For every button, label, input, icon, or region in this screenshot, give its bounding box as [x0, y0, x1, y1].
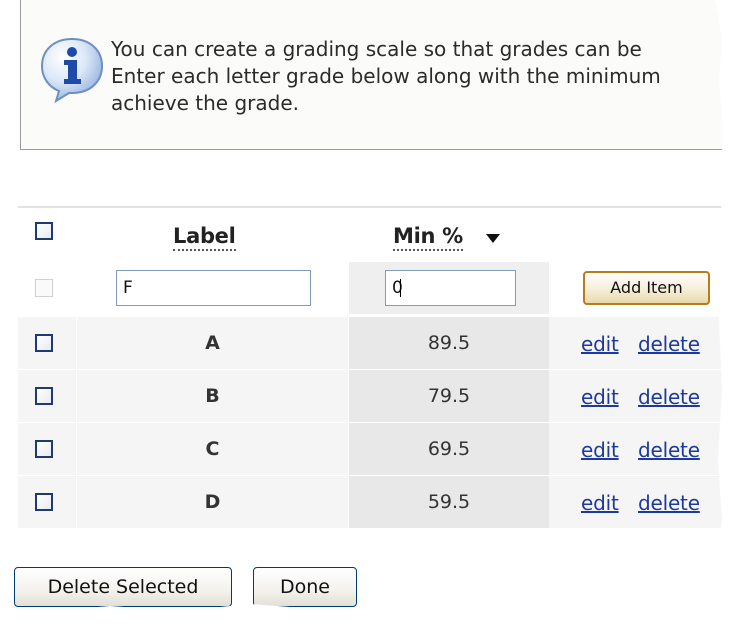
- table-row: A 89.5 edit delete: [18, 316, 724, 369]
- edit-link[interactable]: edit: [581, 438, 619, 462]
- grade-label: C: [205, 438, 220, 460]
- add-item-button[interactable]: Add Item: [583, 271, 710, 305]
- row-action-cell: edit delete: [549, 317, 724, 369]
- row-label-cell: A: [76, 317, 348, 369]
- min-percent-value: 59.5: [427, 491, 471, 513]
- info-line-2: Enter each letter grade below along with…: [111, 64, 661, 88]
- min-percent-value: 89.5: [427, 332, 471, 354]
- grade-label: D: [204, 491, 221, 513]
- new-row-checkbox: [35, 279, 53, 297]
- row-checkbox-a[interactable]: [35, 334, 53, 352]
- info-line-3: achieve the grade.: [111, 91, 299, 115]
- select-all-checkbox[interactable]: [35, 222, 53, 240]
- delete-link[interactable]: delete: [638, 385, 700, 409]
- row-label-cell: C: [76, 423, 348, 475]
- new-row-min-cell: [349, 262, 549, 314]
- header-actions-cell: [549, 208, 724, 260]
- min-percent-value: 79.5: [427, 385, 471, 407]
- row-min-cell: 89.5: [349, 317, 549, 369]
- row-checkbox-b[interactable]: [35, 387, 53, 405]
- header-min-cell: Min %: [349, 208, 549, 260]
- page-canvas: You can create a grading scale so that g…: [0, 0, 724, 611]
- row-action-cell: edit delete: [549, 370, 724, 422]
- row-check-cell: [18, 423, 76, 475]
- new-label-input[interactable]: [116, 270, 311, 306]
- screenshot-sheet: You can create a grading scale so that g…: [0, 0, 740, 637]
- row-min-cell: 69.5: [349, 423, 549, 475]
- info-message: You can create a grading scale so that g…: [111, 36, 724, 117]
- row-check-cell: [18, 370, 76, 422]
- row-check-cell: [18, 476, 76, 528]
- label-column-header[interactable]: Label: [173, 224, 236, 251]
- min-percent-column-header[interactable]: Min %: [393, 224, 463, 251]
- grade-label: A: [205, 332, 220, 354]
- info-line-1: You can create a grading scale so that g…: [111, 37, 642, 61]
- edit-link[interactable]: edit: [581, 332, 619, 356]
- new-min-percent-input[interactable]: [385, 270, 516, 306]
- info-panel: You can create a grading scale so that g…: [20, 0, 724, 150]
- new-row-label-cell: [76, 262, 348, 314]
- new-row-check-cell: [18, 262, 76, 314]
- row-checkbox-d[interactable]: [35, 493, 53, 511]
- text-caret: [400, 279, 401, 297]
- row-min-cell: 79.5: [349, 370, 549, 422]
- table-row: C 69.5 edit delete: [18, 422, 724, 475]
- edit-link[interactable]: edit: [581, 491, 619, 515]
- row-check-cell: [18, 317, 76, 369]
- min-percent-value: 69.5: [427, 438, 471, 460]
- delete-link[interactable]: delete: [638, 332, 700, 356]
- table-header-row: Label Min %: [18, 206, 724, 260]
- row-label-cell: B: [76, 370, 348, 422]
- table-row: D 59.5 edit delete: [18, 475, 724, 528]
- row-action-cell: edit delete: [549, 476, 724, 528]
- info-icon: [40, 37, 104, 103]
- row-min-cell: 59.5: [349, 476, 549, 528]
- grade-label: B: [205, 385, 220, 407]
- delete-link[interactable]: delete: [638, 438, 700, 462]
- header-check-cell: [18, 208, 76, 260]
- row-action-cell: edit delete: [549, 423, 724, 475]
- row-checkbox-c[interactable]: [35, 440, 53, 458]
- table-row: B 79.5 edit delete: [18, 369, 724, 422]
- edit-link[interactable]: edit: [581, 385, 619, 409]
- new-item-row: Add Item: [18, 262, 724, 314]
- delete-link[interactable]: delete: [638, 491, 700, 515]
- new-row-action-cell: Add Item: [549, 262, 724, 314]
- row-label-cell: D: [76, 476, 348, 528]
- done-button[interactable]: Done: [253, 567, 357, 607]
- delete-selected-button[interactable]: Delete Selected: [14, 567, 232, 607]
- header-label-cell: Label: [76, 208, 348, 260]
- sort-descending-icon[interactable]: [486, 234, 500, 243]
